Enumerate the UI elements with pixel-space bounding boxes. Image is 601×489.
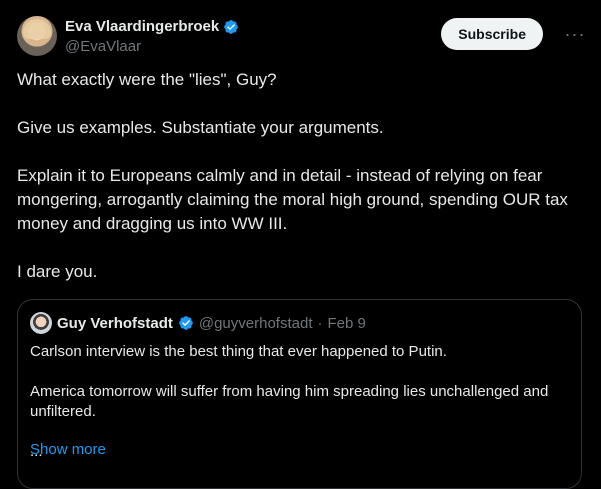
tweet-paragraph: I dare you. [17, 262, 98, 281]
tweet-paragraph: Explain it to Europeans calmly and in de… [17, 166, 568, 233]
quoted-tweet-card[interactable]: Guy Verhofstadt @guyverhofstadt · Feb 9 … [17, 299, 582, 489]
author-handle[interactable]: @EvaVlaar [65, 38, 141, 55]
show-more-link[interactable]: Show more [30, 441, 106, 458]
quoted-tweet-date: Feb 9 [327, 314, 366, 332]
tweet-paragraph: What exactly were the "lies", Guy? [17, 70, 277, 89]
tweet-text: What exactly were the "lies", Guy? Give … [17, 68, 587, 308]
quoted-author-display-name: Guy Verhofstadt [57, 314, 173, 332]
tweet-paragraph: Give us examples. Substantiate your argu… [17, 118, 384, 137]
subscribe-button[interactable]: Subscribe [441, 18, 543, 50]
quoted-author-avatar [30, 312, 52, 334]
verified-badge-icon [224, 19, 239, 34]
author-name-row: Eva Vlaardingerbroek [65, 18, 239, 35]
more-options-icon[interactable]: ··· [563, 22, 587, 46]
meta-separator: · [317, 314, 323, 332]
author-display-name[interactable]: Eva Vlaardingerbroek [65, 18, 219, 35]
quoted-paragraph: America tomorrow will suffer from having… [30, 383, 549, 420]
quoted-tweet-text: Carlson interview is the best thing that… [30, 342, 570, 462]
quoted-verified-badge-icon [179, 316, 193, 330]
quoted-author-handle: @guyverhofstadt [198, 314, 313, 332]
quoted-tweet-header: Guy Verhofstadt @guyverhofstadt · Feb 9 [30, 312, 366, 334]
quoted-paragraph: Carlson interview is the best thing that… [30, 343, 447, 360]
quoted-ellipsis: ... [30, 443, 43, 460]
tweet-header: Eva Vlaardingerbroek @EvaVlaar Subscribe… [17, 14, 587, 58]
author-avatar[interactable] [17, 16, 57, 56]
